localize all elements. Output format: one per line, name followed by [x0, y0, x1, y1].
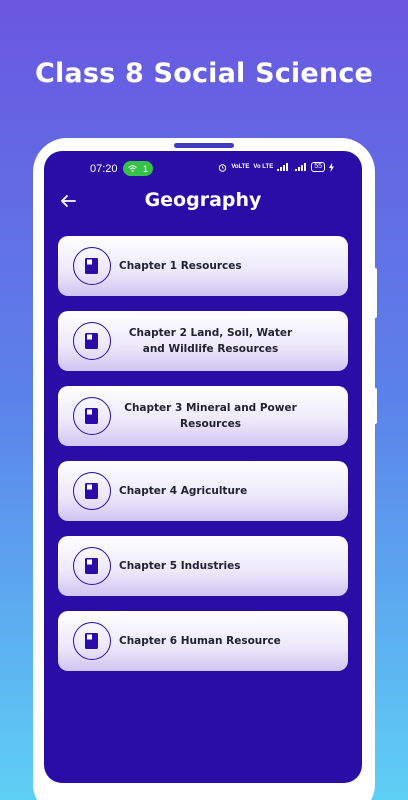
app-screen: 07:20 1 VoLTE Vo LTE 55 Geography Chapte…: [44, 151, 362, 783]
battery-indicator: 55: [311, 162, 325, 172]
book-icon: [73, 397, 111, 435]
network-label: Vo LTE: [253, 164, 274, 170]
book-icon: [73, 622, 111, 660]
chapter-item-3[interactable]: Chapter 3 Mineral and Power Resources: [58, 386, 348, 446]
page-title: Geography: [144, 189, 262, 211]
charging-icon: [329, 162, 334, 172]
app-bar: Geography: [44, 187, 362, 217]
chapter-item-1[interactable]: Chapter 1 Resources: [58, 236, 348, 296]
book-icon: [73, 547, 111, 585]
hotspot-badge: 1: [123, 161, 153, 176]
chapter-label: Chapter 1 Resources: [119, 260, 242, 272]
chapter-item-2[interactable]: Chapter 2 Land, Soil, Water and Wildlife…: [58, 311, 348, 371]
status-icons: VoLTE Vo LTE 55: [218, 162, 334, 172]
hotspot-count: 1: [142, 163, 148, 174]
book-icon: [73, 322, 111, 360]
chapter-label: Chapter 4 Agriculture: [119, 485, 248, 497]
status-time: 07:20: [90, 163, 118, 175]
book-icon: [73, 247, 111, 285]
chapter-item-6[interactable]: Chapter 6 Human Resource: [58, 611, 348, 671]
chapter-label: Chapter 6 Human Resource: [119, 635, 281, 647]
network-label: VoLTE: [231, 164, 250, 170]
phone-side-button: [373, 268, 377, 318]
chapter-item-4[interactable]: Chapter 4 Agriculture: [58, 461, 348, 521]
chapter-label: Chapter 5 Industries: [119, 560, 241, 572]
signal-icon: [277, 163, 289, 171]
alarm-icon: [219, 163, 227, 172]
phone-earpiece: [174, 143, 234, 148]
chapter-item-5[interactable]: Chapter 5 Industries: [58, 536, 348, 596]
chapter-label: Chapter 2 Land, Soil, Water and Wildlife…: [128, 327, 293, 355]
chapter-label: Chapter 3 Mineral and Power Resources: [124, 402, 297, 430]
phone-side-button: [373, 388, 377, 424]
promo-title: Class 8 Social Science: [34, 58, 374, 89]
status-bar: 07:20 1 VoLTE Vo LTE 55: [44, 161, 362, 179]
chapter-list: Chapter 1 Resources Chapter 2 Land, Soil…: [58, 236, 348, 686]
signal-icon: [295, 163, 307, 171]
book-icon: [73, 472, 111, 510]
wifi-icon: [128, 165, 137, 172]
